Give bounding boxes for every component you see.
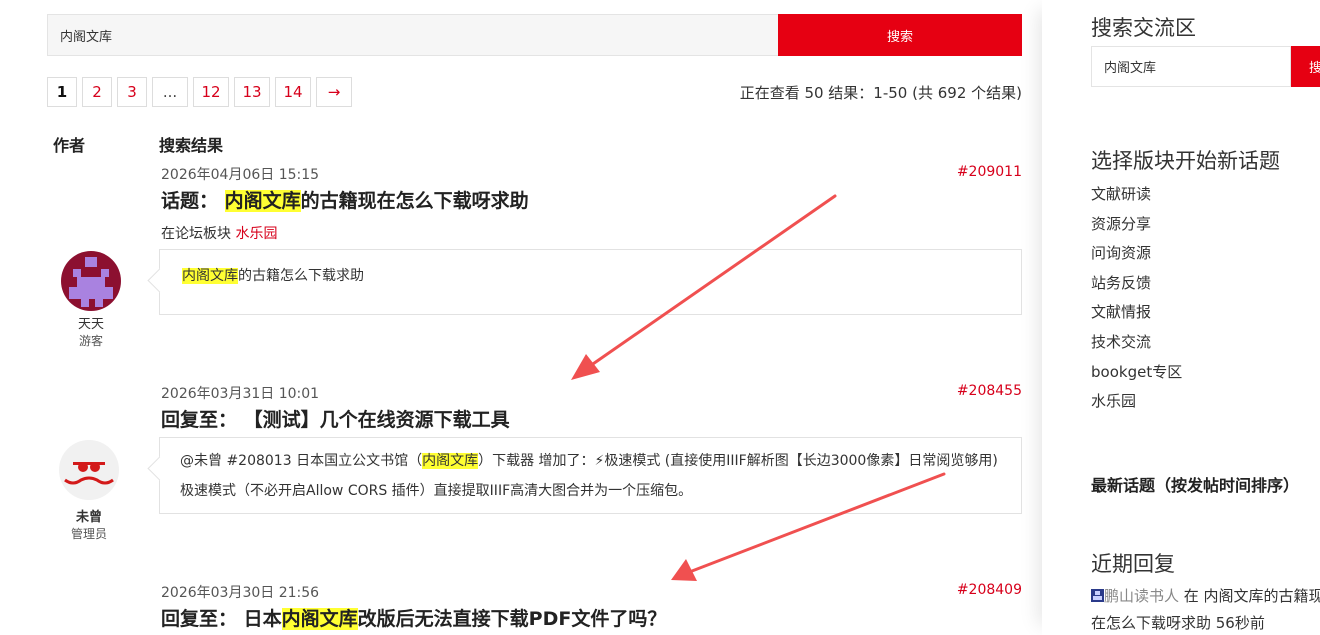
result-title-link[interactable]: 话题： 内阁文库的古籍现在怎么下载呀求助 xyxy=(161,186,529,213)
result-count: 正在查看 50 结果：1-50 (共 692 个结果) xyxy=(739,84,1022,102)
search-result: 2026年04月06日 15:15 #209011 话题： 内阁文库的古籍现在怎… xyxy=(47,164,1022,324)
avatar[interactable] xyxy=(59,440,119,500)
recent-reply-user-link[interactable]: 鹏山读书人 xyxy=(1104,587,1179,605)
forum-link[interactable]: 站务反馈 xyxy=(1091,271,1182,301)
result-id-link[interactable]: #208409 xyxy=(957,582,1022,598)
pagination: 1 2 3 ... 12 13 14 → xyxy=(47,77,352,107)
glasses-mustache-avatar-icon xyxy=(59,440,119,500)
page-13[interactable]: 13 xyxy=(234,77,270,107)
forums-title: 选择版块开始新话题 xyxy=(1091,149,1280,173)
result-title-link[interactable]: 回复至： 【测试】几个在线资源下载工具 xyxy=(161,405,510,432)
author-column-header: 作者 xyxy=(53,136,86,155)
sidebar-search-bar: 搜 xyxy=(1091,46,1320,87)
forum-link[interactable]: 水乐园 xyxy=(1091,389,1182,419)
excerpt-text: 的古籍怎么下载求助 xyxy=(238,268,364,284)
search-button[interactable]: 搜索 xyxy=(778,14,1022,56)
title-prefix: 话题： xyxy=(161,190,219,212)
recent-replies-title: 近期回复 xyxy=(1091,552,1175,576)
sidebar: 搜索交流区 搜 选择版块开始新话题 文献研读 资源分享 问询资源 站务反馈 文献… xyxy=(1042,0,1320,635)
avatar[interactable] xyxy=(61,251,121,311)
forum-link[interactable]: 文献情报 xyxy=(1091,300,1182,330)
author-name[interactable]: 未曾 xyxy=(55,506,123,525)
page-12[interactable]: 12 xyxy=(193,77,229,107)
forum-label: 在论坛板块 xyxy=(161,226,231,242)
result-id-link[interactable]: #209011 xyxy=(957,164,1022,180)
page-1[interactable]: 1 xyxy=(47,77,77,107)
result-title-link[interactable]: 回复至： 日本内阁文库改版后无法直接下载PDF文件了吗？ xyxy=(161,604,666,631)
author-name[interactable]: 天天 xyxy=(57,313,125,332)
sidebar-search-title: 搜索交流区 xyxy=(1091,16,1196,40)
title-text: 的古籍现在怎么下载呀求助 xyxy=(300,190,529,212)
user-avatar-icon xyxy=(1091,589,1104,602)
forum-link[interactable]: 水乐园 xyxy=(235,226,277,242)
result-date: 2026年04月06日 15:15 xyxy=(161,167,320,183)
author-card: 天天 游客 xyxy=(57,251,125,349)
sidebar-search-button[interactable]: 搜 xyxy=(1291,46,1320,87)
author-card: 未曾 管理员 xyxy=(55,440,123,542)
excerpt-text: @未曾 #208013 日本国立公文书馆（ xyxy=(180,453,423,469)
excerpt-highlight: 内阁文库 xyxy=(422,453,479,469)
result-id-link[interactable]: #208455 xyxy=(957,383,1022,399)
title-highlight: 内阁文库 xyxy=(224,190,301,212)
forum-link[interactable]: 技术交流 xyxy=(1091,330,1182,360)
excerpt-highlight: 内阁文库 xyxy=(182,268,238,284)
forum-link[interactable]: 文献研读 xyxy=(1091,182,1182,212)
sidebar-search-input[interactable] xyxy=(1091,46,1291,87)
main-content: 搜索 1 2 3 ... 12 13 14 → 正在查看 50 结果：1-50 … xyxy=(0,0,1042,635)
page-2[interactable]: 2 xyxy=(82,77,112,107)
author-role: 管理员 xyxy=(70,527,107,541)
title-text: 改版后无法直接下载PDF文件了吗？ xyxy=(357,608,667,630)
forum-list: 文献研读 资源分享 问询资源 站务反馈 文献情报 技术交流 bookget专区 … xyxy=(1091,182,1182,419)
result-excerpt: 内阁文库的古籍怎么下载求助 xyxy=(159,249,1022,315)
search-bar: 搜索 xyxy=(47,14,1022,56)
forum-link[interactable]: 资源分享 xyxy=(1091,212,1182,242)
search-result: 2026年03月30日 21:56 #208409 回复至： 日本内阁文库改版后… xyxy=(47,582,1022,635)
title-highlight: 内阁文库 xyxy=(281,608,358,630)
result-forum: 在论坛板块 水乐园 xyxy=(161,223,277,243)
page-ellipsis: ... xyxy=(152,77,188,107)
search-result: 2026年03月31日 10:01 #208455 回复至： 【测试】几个在线资… xyxy=(47,383,1022,518)
title-text: 日本 xyxy=(243,608,282,630)
result-date: 2026年03月31日 10:01 xyxy=(161,386,320,402)
page-3[interactable]: 3 xyxy=(117,77,147,107)
title-prefix: 回复至： xyxy=(161,608,238,630)
author-role: 游客 xyxy=(78,334,103,348)
latest-topics-title: 最新话题（按发帖时间排序） xyxy=(1091,476,1300,495)
search-input[interactable] xyxy=(47,14,778,56)
result-date: 2026年03月30日 21:56 xyxy=(161,585,320,601)
title-text: 【测试】几个在线资源下载工具 xyxy=(243,409,510,431)
forum-link[interactable]: bookget专区 xyxy=(1091,360,1182,390)
recent-reply-item: 鹏山读书人 在 内阁文库的古籍现在怎么下载呀求助 56秒前 xyxy=(1091,583,1320,635)
forum-link[interactable]: 问询资源 xyxy=(1091,241,1182,271)
pixel-avatar-icon xyxy=(61,251,121,311)
title-prefix: 回复至： xyxy=(161,409,238,431)
results-column-header: 搜索结果 xyxy=(159,136,224,155)
next-page-button[interactable]: → xyxy=(316,77,352,107)
result-excerpt: @未曾 #208013 日本国立公文书馆（内阁文库）下载器 增加了：⚡极速模式 … xyxy=(159,437,1022,514)
page-14[interactable]: 14 xyxy=(275,77,311,107)
